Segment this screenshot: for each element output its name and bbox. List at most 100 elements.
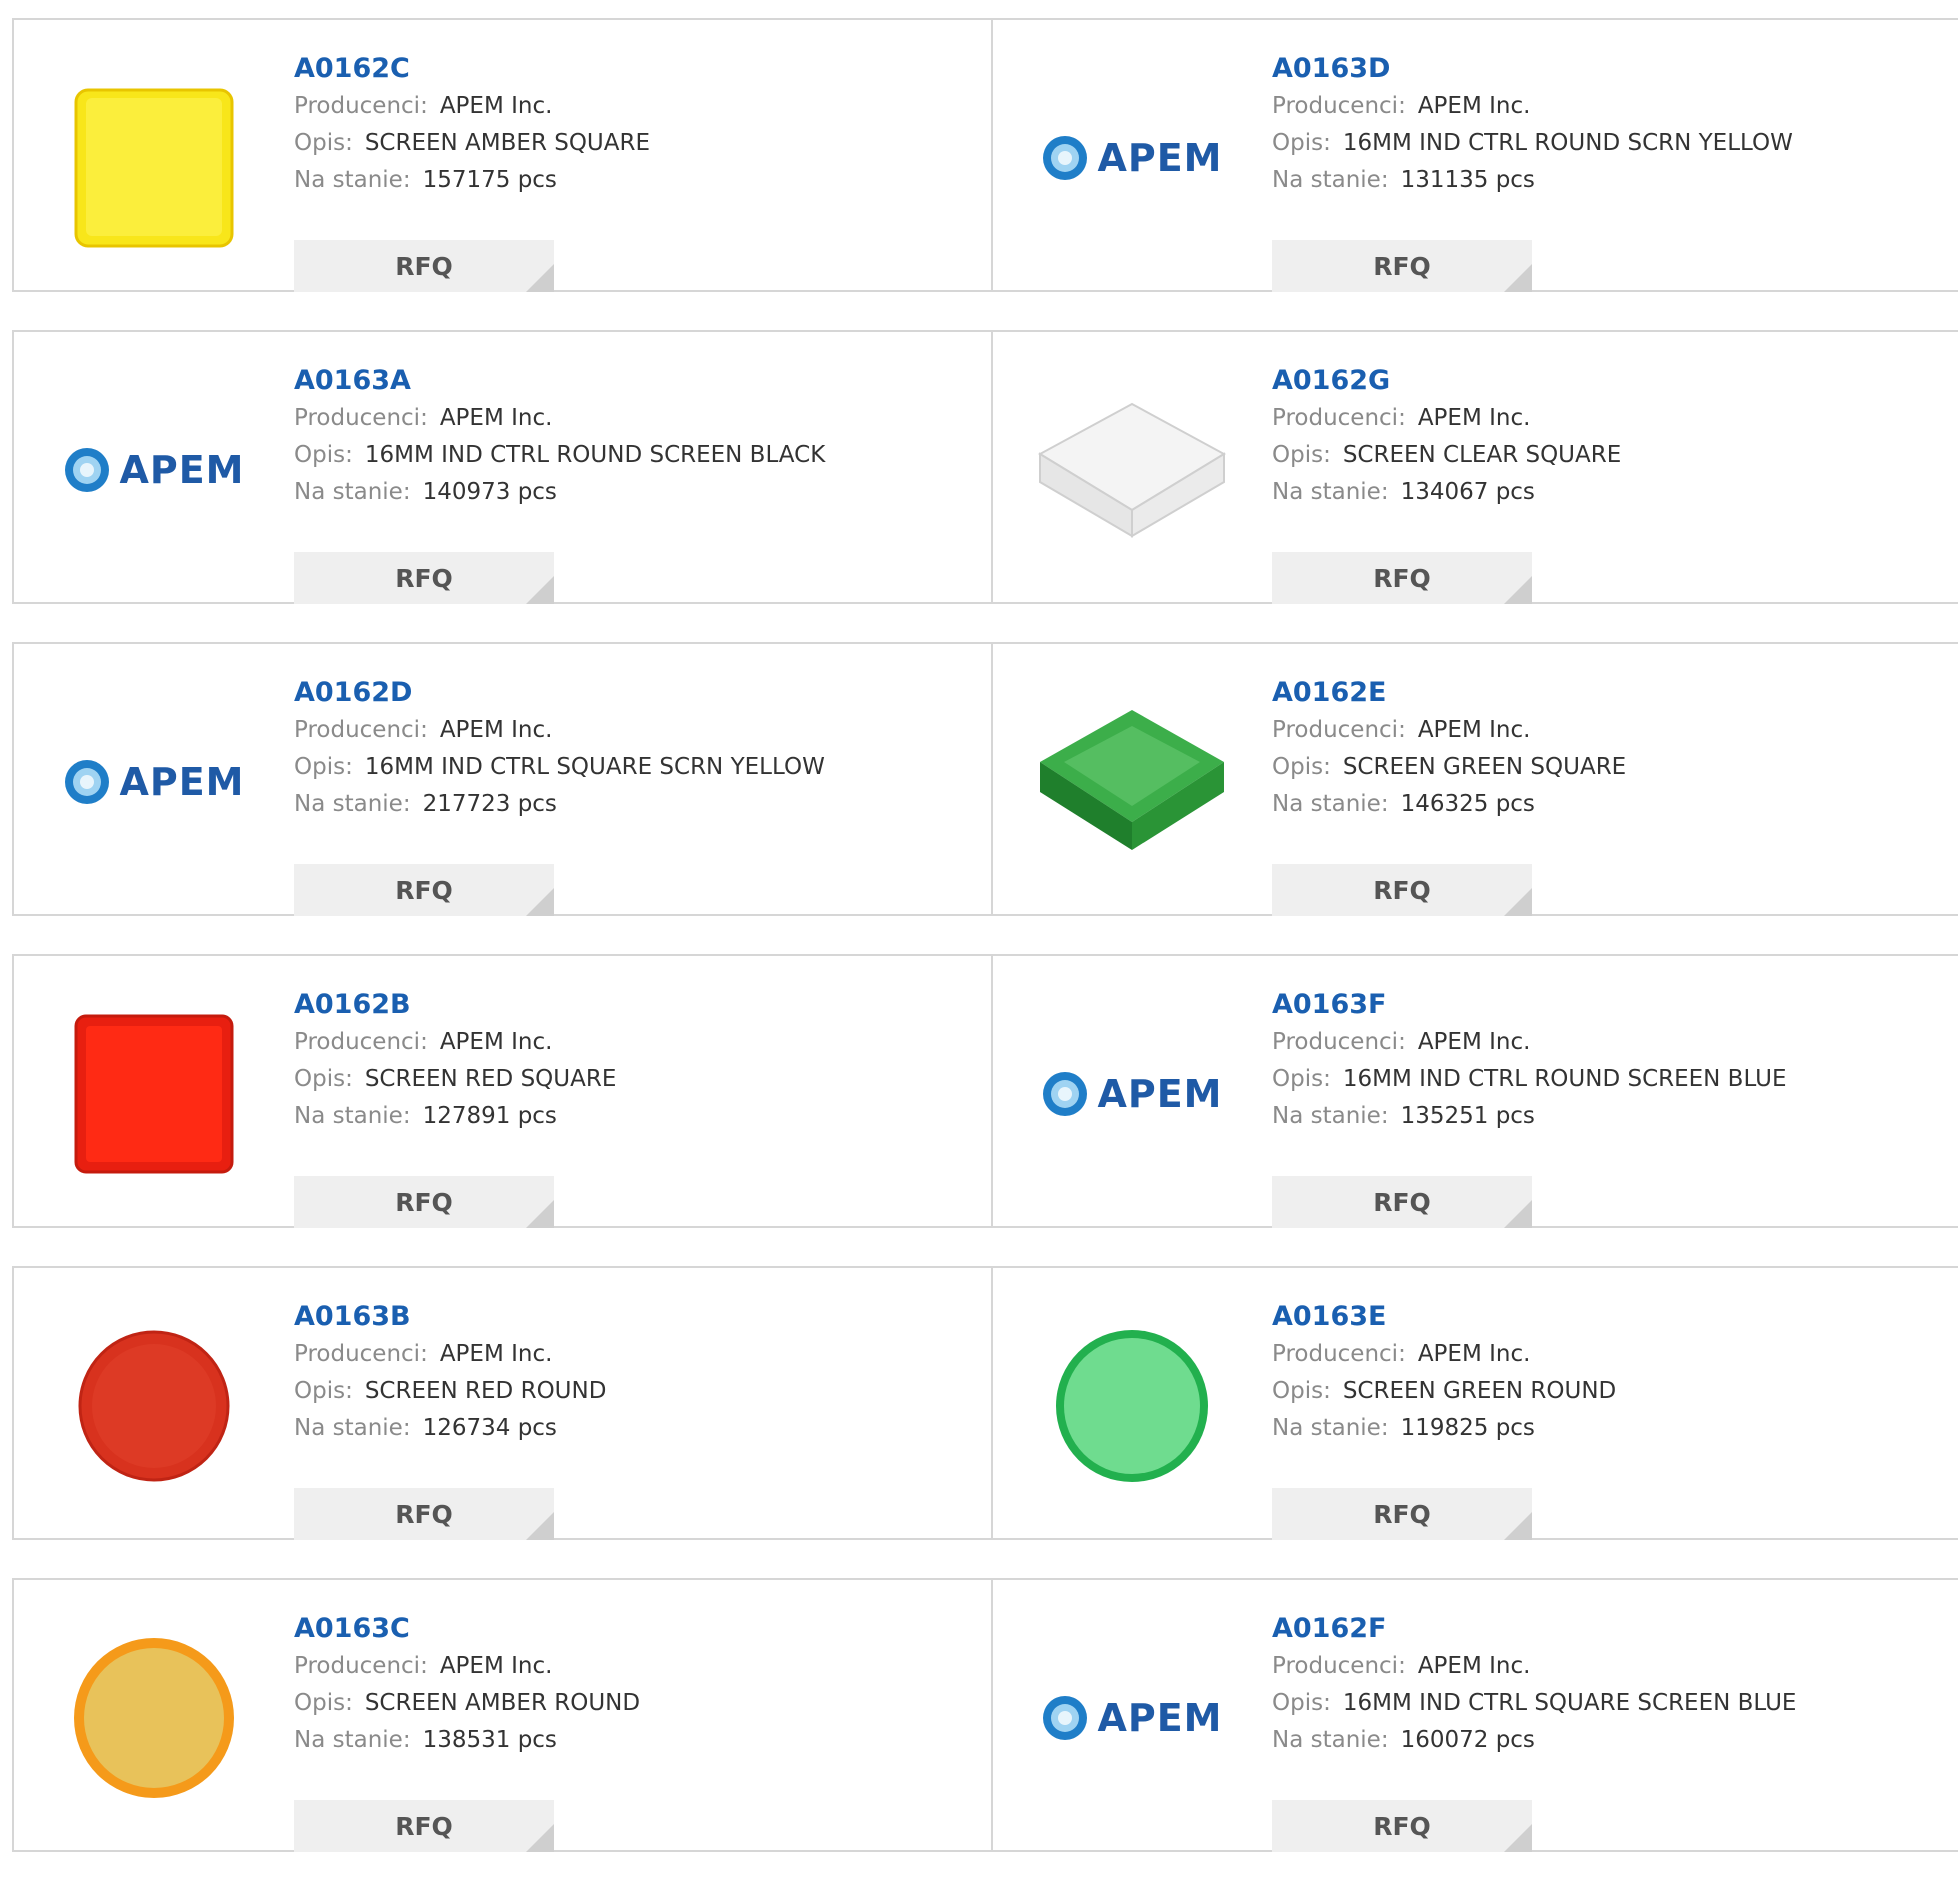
rfq-corner-decoration [1504,576,1532,604]
product-card: APEM A0162F Producenci: APEM Inc. Opis: 16MM … [992,1580,1958,1852]
rfq-button[interactable]: RFQ [1272,1176,1532,1228]
product-row: A0162C Producenci: APEM Inc. Opis: SCREEN AM… [12,18,1958,292]
part-number-link[interactable]: A0162G [1272,362,1621,400]
rfq-button[interactable]: RFQ [1272,864,1532,916]
product-image[interactable] [1032,370,1232,570]
manufacturer-label: Producenci: [294,1341,428,1367]
product-info: A0163F Producenci: APEM Inc. Opis: 16MM IND … [1272,986,1787,1228]
part-number-link[interactable]: A0162B [294,986,616,1024]
stock: Na stanie: 127891 pcs [294,1098,616,1135]
stock-label: Na stanie: [294,1415,411,1441]
stock-label: Na stanie: [1272,1415,1389,1441]
product-image[interactable]: APEM [1032,994,1232,1194]
rfq-button[interactable]: RFQ [1272,240,1532,292]
manufacturer-value: APEM Inc. [1417,1029,1531,1055]
rfq-corner-decoration [526,576,554,604]
description: Opis: 16MM IND CTRL ROUND SCREEN BLACK [294,437,825,474]
product-image[interactable] [54,1618,254,1818]
product-info: A0162G Producenci: APEM Inc. Opis: SCREEN CL… [1272,362,1621,604]
stock: Na stanie: 157175 pcs [294,162,650,199]
manufacturer: Producenci: APEM Inc. [1272,400,1621,437]
product-image[interactable] [54,1306,254,1506]
description-value: SCREEN GREEN SQUARE [1342,754,1627,780]
product-image[interactable] [54,994,254,1194]
apem-globe-icon [1043,1696,1088,1740]
rfq-corner-decoration [1504,1200,1532,1228]
stock: Na stanie: 126734 pcs [294,1410,606,1447]
rfq-button-label: RFQ [395,1187,453,1217]
part-number-link[interactable]: A0162C [294,50,650,88]
product-image[interactable]: APEM [1032,58,1232,258]
product-image[interactable] [54,58,254,258]
rfq-corner-decoration [526,264,554,292]
description-label: Opis: [1272,1378,1331,1404]
description-value: SCREEN RED ROUND [364,1378,607,1404]
description-label: Opis: [1272,754,1331,780]
part-number-link[interactable]: A0163D [1272,50,1793,88]
product-image[interactable]: APEM [54,370,254,570]
rfq-button-label: RFQ [395,1499,453,1529]
description-value: SCREEN GREEN ROUND [1342,1378,1617,1404]
part-number-link[interactable]: A0163B [294,1298,606,1336]
description-label: Opis: [1272,130,1331,156]
description: Opis: SCREEN AMBER SQUARE [294,125,650,162]
part-number-link[interactable]: A0163A [294,362,825,400]
stock-value: 217723 pcs [422,791,557,817]
product-row: APEM A0162D Producenci: APEM Inc. Opis: 16MM … [12,642,1958,916]
rfq-button[interactable]: RFQ [294,1176,554,1228]
product-info: A0162F Producenci: APEM Inc. Opis: 16MM IND … [1272,1610,1796,1852]
rfq-button-label: RFQ [1373,1187,1431,1217]
part-number-link[interactable]: A0163C [294,1610,640,1648]
description-label: Opis: [1272,442,1331,468]
part-number-link[interactable]: A0163E [1272,1298,1616,1336]
product-card: APEM A0163A Producenci: APEM Inc. Opis: 16MM … [14,332,990,604]
manufacturer-label: Producenci: [1272,93,1406,119]
stock: Na stanie: 135251 pcs [1272,1098,1787,1135]
product-info: A0163C Producenci: APEM Inc. Opis: SCREEN AM… [294,1610,640,1852]
manufacturer-value: APEM Inc. [439,1029,553,1055]
description: Opis: 16MM IND CTRL ROUND SCRN YELLOW [1272,125,1793,162]
stock-label: Na stanie: [1272,791,1389,817]
part-number-link[interactable]: A0162F [1272,1610,1796,1648]
manufacturer-value: APEM Inc. [439,1341,553,1367]
stock: Na stanie: 138531 pcs [294,1722,640,1759]
apem-logo: APEM [1041,1070,1222,1118]
part-number-link[interactable]: A0162D [294,674,825,712]
rfq-button[interactable]: RFQ [1272,1800,1532,1852]
rfq-button[interactable]: RFQ [294,1800,554,1852]
product-card: A0163E Producenci: APEM Inc. Opis: SCREEN GR… [992,1268,1958,1540]
rfq-corner-decoration [526,888,554,916]
product-card: APEM A0162D Producenci: APEM Inc. Opis: 16MM … [14,644,990,916]
stock: Na stanie: 134067 pcs [1272,474,1621,511]
product-image[interactable]: APEM [54,682,254,882]
product-image[interactable] [1032,682,1232,882]
stock-label: Na stanie: [1272,479,1389,505]
stock-value: 157175 pcs [422,167,557,193]
description-label: Opis: [294,754,353,780]
rfq-button-label: RFQ [1373,1499,1431,1529]
rfq-button[interactable]: RFQ [1272,552,1532,604]
stock-label: Na stanie: [294,479,411,505]
part-number-link[interactable]: A0162E [1272,674,1626,712]
stock-value: 126734 pcs [422,1415,557,1441]
part-number-link[interactable]: A0163F [1272,986,1787,1024]
rfq-button-label: RFQ [395,1811,453,1841]
rfq-button[interactable]: RFQ [294,240,554,292]
product-card: A0162B Producenci: APEM Inc. Opis: SCREEN RE… [14,956,990,1228]
product-image[interactable]: APEM [1032,1618,1232,1818]
product-info: A0162D Producenci: APEM Inc. Opis: 16MM IND … [294,674,825,916]
rfq-button[interactable]: RFQ [294,1488,554,1540]
rfq-corner-decoration [526,1200,554,1228]
description-value: 16MM IND CTRL ROUND SCRN YELLOW [1342,130,1793,156]
stock-label: Na stanie: [294,791,411,817]
description-label: Opis: [294,1690,353,1716]
product-image[interactable] [1032,1306,1232,1506]
product-info: A0163A Producenci: APEM Inc. Opis: 16MM IND … [294,362,825,604]
description-value: SCREEN RED SQUARE [364,1066,617,1092]
rfq-corner-decoration [526,1512,554,1540]
stock-value: 134067 pcs [1400,479,1535,505]
manufacturer: Producenci: APEM Inc. [294,400,825,437]
rfq-button[interactable]: RFQ [1272,1488,1532,1540]
rfq-button[interactable]: RFQ [294,552,554,604]
rfq-button[interactable]: RFQ [294,864,554,916]
